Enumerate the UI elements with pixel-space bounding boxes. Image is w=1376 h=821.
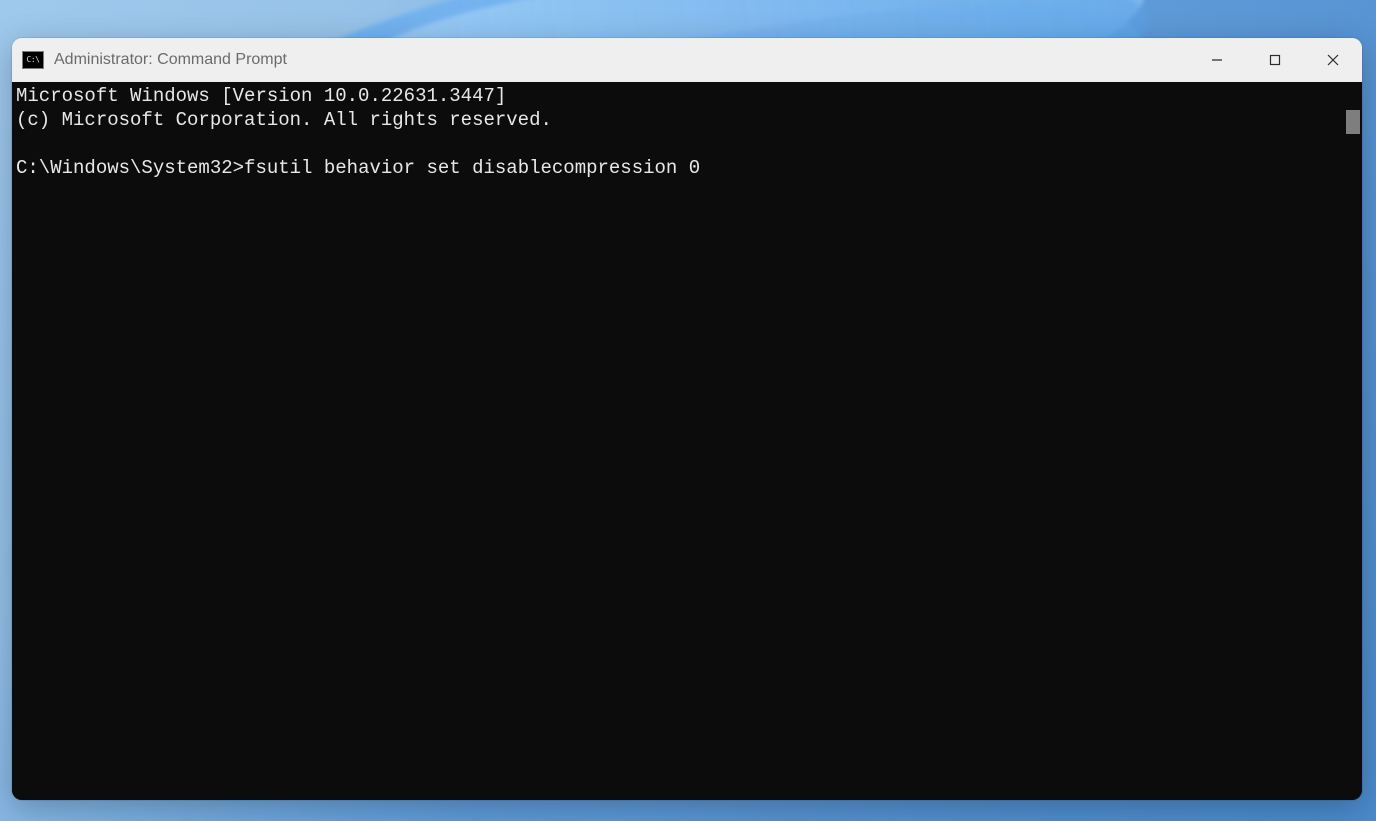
close-button[interactable]: [1304, 38, 1362, 82]
maximize-icon: [1269, 54, 1281, 66]
close-icon: [1327, 54, 1339, 66]
minimize-button[interactable]: [1188, 38, 1246, 82]
console-output[interactable]: Microsoft Windows [Version 10.0.22631.34…: [12, 82, 1338, 800]
console-line-version: Microsoft Windows [Version 10.0.22631.34…: [16, 85, 506, 107]
scrollbar-thumb[interactable]: [1346, 110, 1360, 134]
scrollbar-track[interactable]: [1338, 82, 1362, 800]
minimize-icon: [1211, 54, 1223, 66]
command-prompt-window: Administrator: Command Prompt Microsoft …: [12, 38, 1362, 800]
console-line-copyright: (c) Microsoft Corporation. All rights re…: [16, 109, 552, 131]
cmd-icon: [22, 51, 44, 69]
window-controls: [1188, 38, 1362, 82]
console-prompt: C:\Windows\System32>: [16, 157, 244, 179]
titlebar[interactable]: Administrator: Command Prompt: [12, 38, 1362, 82]
console-area: Microsoft Windows [Version 10.0.22631.34…: [12, 82, 1362, 800]
maximize-button[interactable]: [1246, 38, 1304, 82]
console-command: fsutil behavior set disablecompression 0: [244, 157, 700, 179]
window-title: Administrator: Command Prompt: [54, 51, 287, 69]
